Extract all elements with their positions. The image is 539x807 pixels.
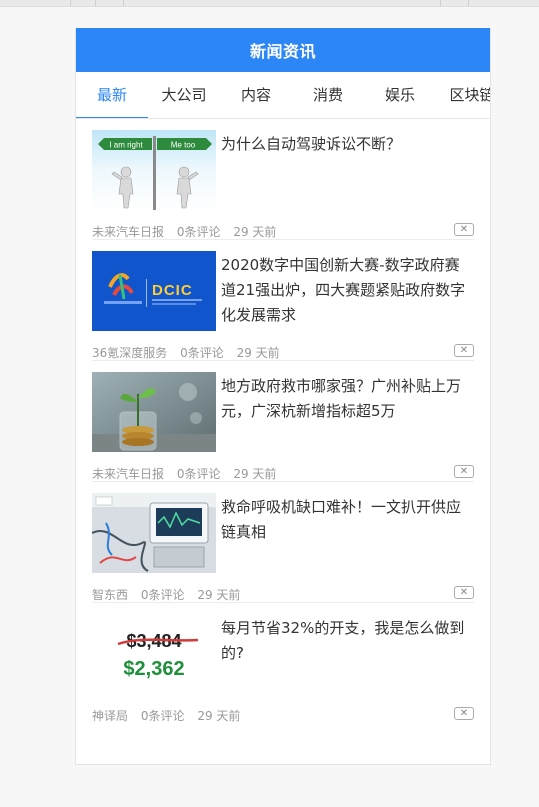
news-time: 29 天前 <box>197 709 241 723</box>
news-meta: 36氪深度服务 0条评论 29 天前 <box>92 345 289 361</box>
list-item[interactable]: DCIC 2020数字中国创新大赛-数字政府赛道21强出炉，四大赛题紧贴政府数字… <box>92 240 474 361</box>
ventilator-image <box>92 493 216 573</box>
news-title[interactable]: 为什么自动驾驶诉讼不断？ <box>221 132 474 157</box>
news-thumbnail[interactable] <box>92 493 216 573</box>
news-list: I am right Me too 为什么自动驾驶诉讼不断？ 未来汽车日报 0条… <box>76 119 490 724</box>
tab-big-companies[interactable]: 大公司 <box>148 72 220 118</box>
news-time: 29 天前 <box>233 225 277 239</box>
news-source: 神译局 <box>92 709 129 723</box>
news-title[interactable]: 每月节省32%的开支，我是怎么做到的? <box>221 616 474 666</box>
tab-blockchain[interactable]: 区块链 <box>436 72 490 118</box>
news-thumbnail[interactable]: $3,484 $2,362 <box>92 614 216 694</box>
news-comments: 0条评论 <box>176 225 221 239</box>
news-meta: 智东西 0条评论 29 天前 <box>92 587 249 603</box>
news-time: 29 天前 <box>236 346 280 360</box>
news-meta: 未来汽车日报 0条评论 29 天前 <box>92 224 285 240</box>
news-time: 29 天前 <box>197 588 241 602</box>
close-icon[interactable]: ✕ <box>454 586 474 599</box>
sign-left-text: I am right <box>109 141 143 150</box>
news-source: 智东西 <box>92 588 129 602</box>
coins-jar-plant-image <box>92 372 216 452</box>
news-title[interactable]: 2020数字中国创新大赛-数字政府赛道21强出炉，四大赛题紧贴政府数字化发展需求 <box>221 253 474 328</box>
list-item[interactable]: I am right Me too 为什么自动驾驶诉讼不断？ 未来汽车日报 0条… <box>92 119 474 240</box>
news-title[interactable]: 救命呼吸机缺口难补！一文扒开供应链真相 <box>221 495 474 545</box>
tab-entertainment[interactable]: 娱乐 <box>364 72 436 118</box>
category-tabs: 最新 大公司 内容 消费 娱乐 区块链 <box>76 72 490 119</box>
news-comments: 0条评论 <box>140 709 185 723</box>
browser-top-strip <box>0 0 539 7</box>
news-thumbnail[interactable]: I am right Me too <box>92 130 216 210</box>
close-icon[interactable]: ✕ <box>454 344 474 357</box>
news-title[interactable]: 地方政府救市哪家强？广州补贴上万元，广深杭新增指标超5万 <box>221 374 474 424</box>
price-savings-image: $3,484 $2,362 <box>92 614 216 694</box>
tab-latest[interactable]: 最新 <box>76 72 148 118</box>
new-price-text: $2,362 <box>123 658 184 680</box>
news-comments: 0条评论 <box>176 467 221 481</box>
page-title: 新闻资讯 <box>76 28 490 72</box>
news-comments: 0条评论 <box>180 346 224 360</box>
close-icon[interactable]: ✕ <box>454 707 474 720</box>
news-meta: 神译局 0条评论 29 天前 <box>92 708 249 724</box>
tab-consumption[interactable]: 消费 <box>292 72 364 118</box>
news-panel: 新闻资讯 最新 大公司 内容 消费 娱乐 区块链 I am right Me t… <box>75 28 491 765</box>
list-item[interactable]: $3,484 $2,362 每月节省32%的开支，我是怎么做到的? 神译局 0条… <box>92 603 474 724</box>
tab-content[interactable]: 内容 <box>220 72 292 118</box>
strip-divider <box>440 0 441 6</box>
news-source: 36氪深度服务 <box>92 346 168 360</box>
close-icon[interactable]: ✕ <box>454 223 474 236</box>
close-icon[interactable]: ✕ <box>454 465 474 478</box>
news-thumbnail[interactable]: DCIC <box>92 251 216 331</box>
strip-divider <box>70 0 71 6</box>
dcic-logo-text: DCIC <box>152 282 193 299</box>
list-item[interactable]: 地方政府救市哪家强？广州补贴上万元，广深杭新增指标超5万 未来汽车日报 0条评论… <box>92 361 474 482</box>
news-comments: 0条评论 <box>140 588 185 602</box>
news-thumbnail[interactable] <box>92 372 216 452</box>
people-signs-image: I am right Me too <box>92 130 216 210</box>
sign-right-text: Me too <box>171 141 196 150</box>
news-source: 未来汽车日报 <box>92 225 165 239</box>
news-source: 未来汽车日报 <box>92 467 165 481</box>
list-item[interactable]: 救命呼吸机缺口难补！一文扒开供应链真相 智东西 0条评论 29 天前 ✕ <box>92 482 474 603</box>
news-time: 29 天前 <box>233 467 277 481</box>
news-meta: 未来汽车日报 0条评论 29 天前 <box>92 466 285 482</box>
strip-divider <box>123 0 124 6</box>
strip-divider <box>95 0 96 6</box>
strip-divider <box>468 0 469 6</box>
dcic-banner-image: DCIC <box>92 251 216 331</box>
